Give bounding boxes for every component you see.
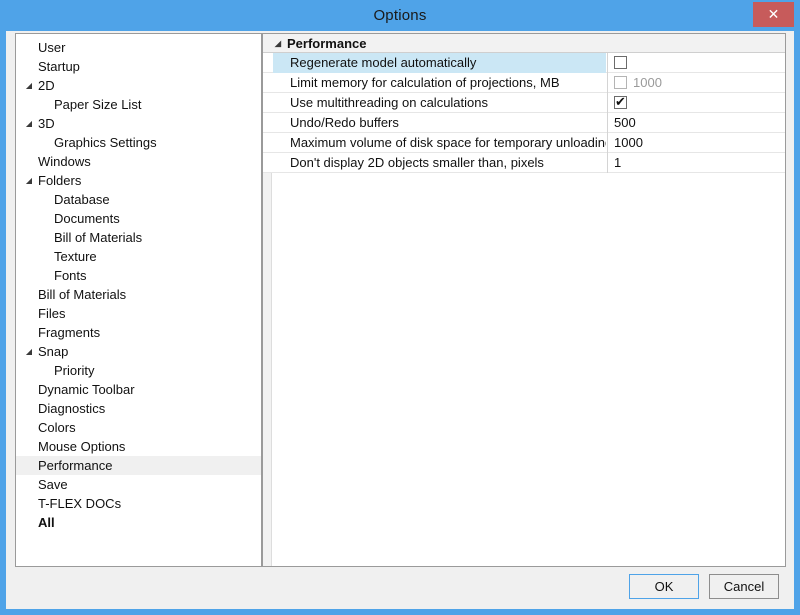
sidebar-item-t-flex-docs[interactable]: T-FLEX DOCs: [16, 494, 261, 513]
sidebar-item-label: 2D: [16, 76, 55, 95]
sidebar-item-save[interactable]: Save: [16, 475, 261, 494]
sidebar-item-graphics-settings[interactable]: Graphics Settings: [16, 133, 261, 152]
property-grid-content: ◢ Performance Regenerate model automatic…: [263, 34, 785, 173]
sidebar-item-label: User: [16, 38, 65, 57]
sidebar-item-label: Graphics Settings: [16, 133, 157, 152]
property-name: Regenerate model automatically: [273, 53, 606, 73]
title-bar: Options ✕: [0, 0, 800, 31]
ok-button[interactable]: OK: [629, 574, 699, 599]
sidebar-item-label: Windows: [16, 152, 91, 171]
chevron-expanded-icon[interactable]: ◢: [23, 114, 35, 133]
property-value-text[interactable]: 1: [614, 155, 621, 170]
sidebar-item-label: Dynamic Toolbar: [16, 380, 135, 399]
property-value-text[interactable]: 1000: [614, 135, 643, 150]
checkbox-unchecked-icon[interactable]: [614, 56, 627, 69]
chevron-expanded-icon[interactable]: ◢: [272, 34, 284, 53]
sidebar-item-label: Save: [16, 475, 68, 494]
sidebar-item-mouse-options[interactable]: Mouse Options: [16, 437, 261, 456]
property-name: Don't display 2D objects smaller than, p…: [273, 153, 606, 173]
sidebar-item-dynamic-toolbar[interactable]: Dynamic Toolbar: [16, 380, 261, 399]
property-name: Undo/Redo buffers: [273, 113, 606, 133]
sidebar-item-colors[interactable]: Colors: [16, 418, 261, 437]
property-value[interactable]: 1000: [607, 133, 785, 153]
sidebar-item-all[interactable]: All: [16, 513, 261, 532]
sidebar-item-label: Colors: [16, 418, 76, 437]
sidebar-item-files[interactable]: Files: [16, 304, 261, 323]
sidebar-item-label: Startup: [16, 57, 80, 76]
sidebar-item-snap[interactable]: ◢Snap: [16, 342, 261, 361]
sidebar-item-label: All: [16, 513, 55, 532]
property-row[interactable]: Don't display 2D objects smaller than, p…: [263, 153, 785, 173]
sidebar-item-fonts[interactable]: Fonts: [16, 266, 261, 285]
sidebar-item-bill-of-materials[interactable]: Bill of Materials: [16, 228, 261, 247]
cancel-button[interactable]: Cancel: [709, 574, 779, 599]
sidebar-item-windows[interactable]: Windows: [16, 152, 261, 171]
sidebar-item-user[interactable]: User: [16, 38, 261, 57]
sidebar-item-label: Bill of Materials: [16, 285, 126, 304]
chevron-expanded-icon[interactable]: ◢: [23, 342, 35, 361]
sidebar-item-texture[interactable]: Texture: [16, 247, 261, 266]
chevron-expanded-icon[interactable]: ◢: [23, 76, 35, 95]
sidebar-item-label: 3D: [16, 114, 55, 133]
window-title: Options: [0, 0, 800, 31]
property-value[interactable]: 1: [607, 153, 785, 173]
sidebar-item-label: Fragments: [16, 323, 100, 342]
checkbox-checked-icon[interactable]: [614, 96, 627, 109]
sidebar-item-label: Database: [16, 190, 110, 209]
dialog-footer: OK Cancel: [6, 567, 794, 609]
property-value-text[interactable]: 1000: [633, 75, 662, 90]
sidebar-item-label: Performance: [16, 456, 112, 475]
property-row[interactable]: Limit memory for calculation of projecti…: [263, 73, 785, 93]
sidebar-item-priority[interactable]: Priority: [16, 361, 261, 380]
property-value[interactable]: [607, 53, 785, 73]
sidebar-item-documents[interactable]: Documents: [16, 209, 261, 228]
sidebar-item-label: Diagnostics: [16, 399, 105, 418]
sidebar-item-folders[interactable]: ◢Folders: [16, 171, 261, 190]
sidebar-item-label: Documents: [16, 209, 120, 228]
sidebar-item-label: Texture: [16, 247, 97, 266]
property-grid[interactable]: ◢ Performance Regenerate model automatic…: [262, 33, 786, 567]
property-group-header[interactable]: ◢ Performance: [263, 34, 785, 53]
property-name: Limit memory for calculation of projecti…: [273, 73, 606, 93]
tree-list: UserStartup◢2DPaper Size List◢3DGraphics…: [16, 34, 261, 532]
sidebar-item-label: Paper Size List: [16, 95, 141, 114]
property-row[interactable]: Use multithreading on calculations: [263, 93, 785, 113]
sidebar-item-label: T-FLEX DOCs: [16, 494, 121, 513]
property-name: Use multithreading on calculations: [273, 93, 606, 113]
sidebar-item-label: Fonts: [16, 266, 87, 285]
property-value-text[interactable]: 500: [614, 115, 636, 130]
sidebar-item-3d[interactable]: ◢3D: [16, 114, 261, 133]
property-row[interactable]: Maximum volume of disk space for tempora…: [263, 133, 785, 153]
sidebar-item-label: Mouse Options: [16, 437, 125, 456]
sidebar-item-performance[interactable]: Performance: [16, 456, 261, 475]
sidebar-item-bill-of-materials[interactable]: Bill of Materials: [16, 285, 261, 304]
sidebar-item-diagnostics[interactable]: Diagnostics: [16, 399, 261, 418]
close-icon[interactable]: ✕: [753, 2, 794, 27]
property-row[interactable]: Regenerate model automatically: [263, 53, 785, 73]
settings-category-tree[interactable]: UserStartup◢2DPaper Size List◢3DGraphics…: [15, 33, 262, 567]
options-dialog-window: Options ✕ UserStartup◢2DPaper Size List◢…: [0, 0, 800, 615]
sidebar-item-label: Bill of Materials: [16, 228, 142, 247]
checkbox-unchecked-icon[interactable]: [614, 76, 627, 89]
sidebar-item-startup[interactable]: Startup: [16, 57, 261, 76]
chevron-expanded-icon[interactable]: ◢: [23, 171, 35, 190]
sidebar-item-label: Priority: [16, 361, 94, 380]
property-value[interactable]: 1000: [607, 73, 785, 93]
property-row[interactable]: Undo/Redo buffers 500: [263, 113, 785, 133]
sidebar-item-fragments[interactable]: Fragments: [16, 323, 261, 342]
sidebar-item-2d[interactable]: ◢2D: [16, 76, 261, 95]
sidebar-item-database[interactable]: Database: [16, 190, 261, 209]
sidebar-item-paper-size-list[interactable]: Paper Size List: [16, 95, 261, 114]
property-rows: Regenerate model automaticallyLimit memo…: [263, 53, 785, 173]
property-name: Maximum volume of disk space for tempora…: [273, 133, 606, 153]
dialog-body: UserStartup◢2DPaper Size List◢3DGraphics…: [6, 31, 794, 609]
sidebar-item-label: Files: [16, 304, 65, 323]
property-value[interactable]: [607, 93, 785, 113]
property-value[interactable]: 500: [607, 113, 785, 133]
